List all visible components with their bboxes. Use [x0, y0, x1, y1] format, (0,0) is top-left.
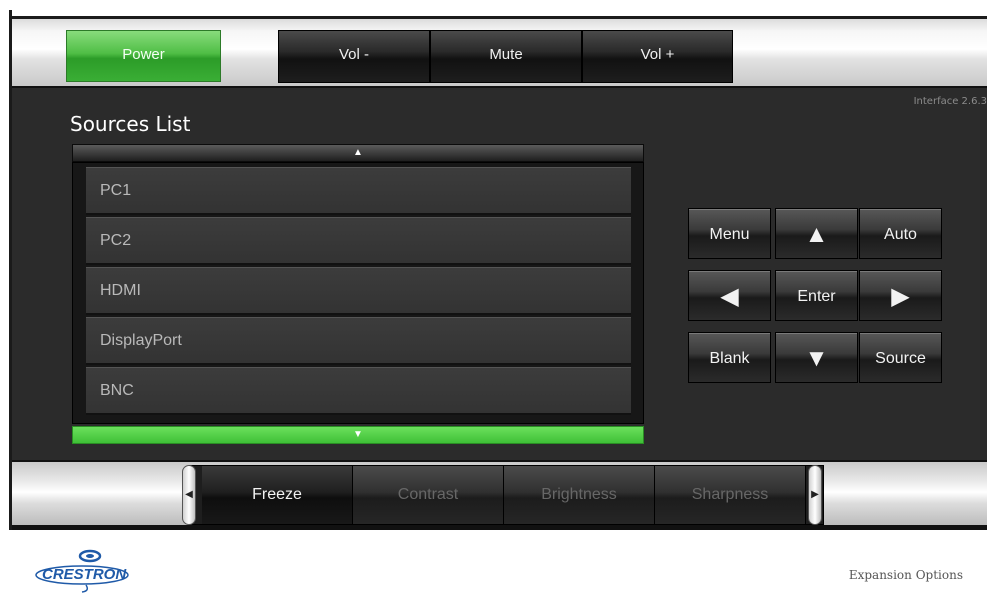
brightness-button[interactable]: Brightness — [504, 466, 655, 524]
nav-right-button[interactable]: ▶ — [859, 270, 942, 321]
source-item-pc2[interactable]: PC2 — [86, 217, 631, 265]
freeze-button[interactable]: Freeze — [202, 466, 353, 524]
adjust-scroll-left-button[interactable]: ◀ — [182, 465, 196, 525]
source-button[interactable]: Source — [859, 332, 942, 383]
enter-button[interactable]: Enter — [775, 270, 858, 321]
sources-list: PC1 PC2 HDMI DisplayPort BNC — [72, 162, 644, 424]
interface-version: Interface 2.6.3 — [913, 96, 987, 107]
list-scroll-down-button[interactable]: ▼ — [72, 426, 644, 444]
source-item-pc1[interactable]: PC1 — [86, 167, 631, 215]
source-item-hdmi[interactable]: HDMI — [86, 267, 631, 315]
sources-list-title: Sources List — [70, 112, 191, 136]
adjust-scroll-right-button[interactable]: ▶ — [808, 465, 822, 525]
main-panel: Interface 2.6.3 Sources List ▲ PC1 PC2 H… — [12, 86, 987, 460]
sharpness-button[interactable]: Sharpness — [655, 466, 806, 524]
mute-button[interactable]: Mute — [430, 30, 582, 83]
nav-left-button[interactable]: ◀ — [688, 270, 771, 321]
contrast-button[interactable]: Contrast — [353, 466, 504, 524]
source-item-bnc[interactable]: BNC — [86, 367, 631, 415]
crestron-logo: CRESTRON — [35, 549, 129, 593]
blank-button[interactable]: Blank — [688, 332, 771, 383]
expansion-options-link[interactable]: Expansion Options — [849, 568, 963, 582]
volume-down-button[interactable]: Vol - — [278, 30, 430, 83]
source-item-displayport[interactable]: DisplayPort — [86, 317, 631, 365]
nav-up-button[interactable]: ▲ — [775, 208, 858, 259]
volume-up-button[interactable]: Vol + — [582, 30, 733, 83]
nav-down-button[interactable]: ▼ — [775, 332, 858, 383]
power-button[interactable]: Power — [66, 30, 221, 82]
auto-button[interactable]: Auto — [859, 208, 942, 259]
menu-button[interactable]: Menu — [688, 208, 771, 259]
crestron-logo-text: CRESTRON — [42, 566, 127, 583]
list-scroll-up-button[interactable]: ▲ — [72, 144, 644, 162]
